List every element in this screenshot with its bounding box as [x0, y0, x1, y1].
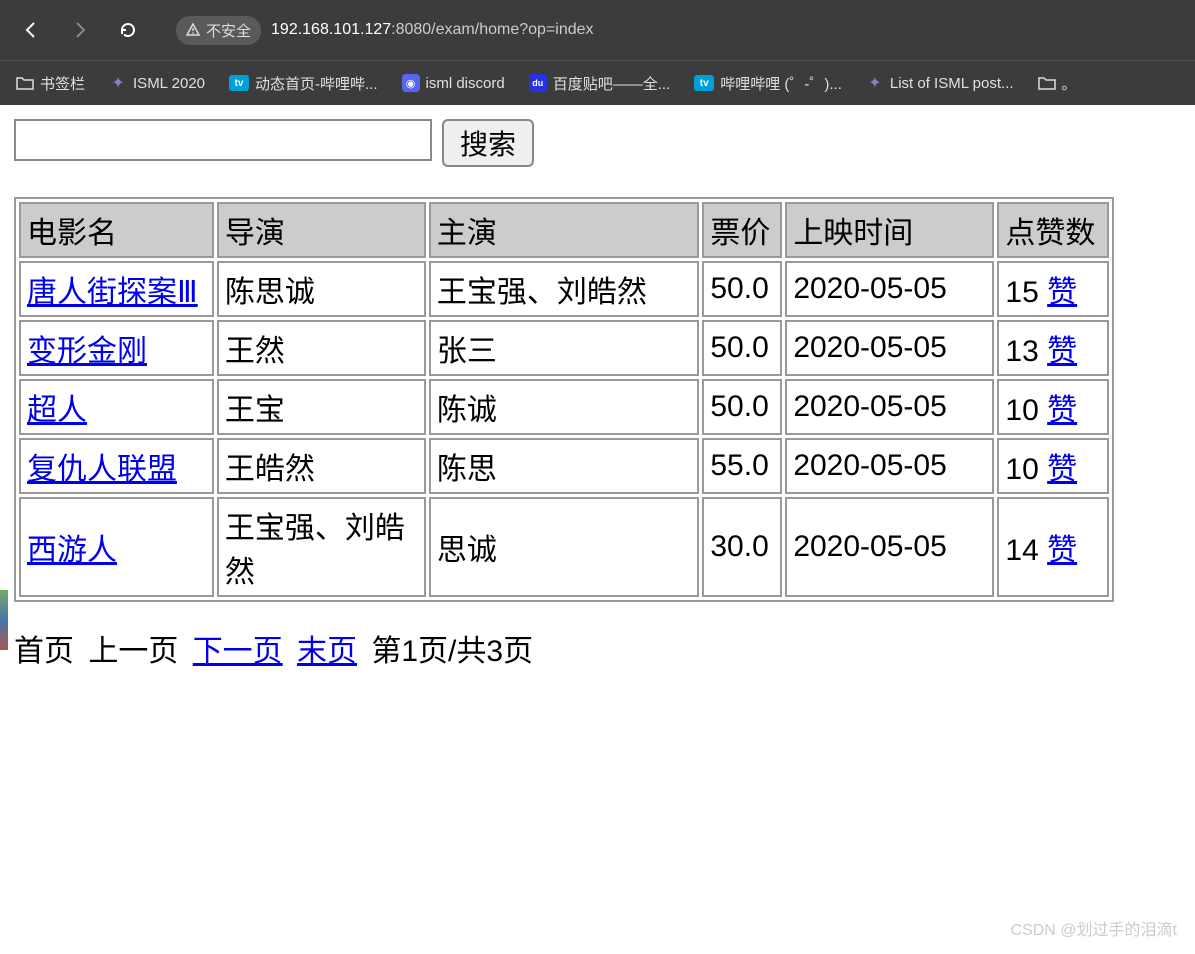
cell-price: 50.0 [702, 320, 782, 376]
like-link[interactable]: 赞 [1047, 453, 1077, 486]
bookmark-item[interactable]: tv 动态首页-哔哩哔... [229, 73, 378, 94]
watermark: CSDN @划过手的泪滴t [1011, 916, 1177, 940]
movie-link[interactable]: 变形金刚 [27, 335, 147, 368]
cell-likes: 15 赞 [997, 261, 1109, 317]
next-page-link[interactable]: 下一页 [193, 635, 283, 668]
star-icon: ✦ [866, 74, 884, 92]
folder-icon [16, 74, 34, 92]
page-content: 搜索 电影名 导演 主演 票价 上映时间 点赞数 唐人街探案Ⅲ陈思诚王宝强、刘皓… [0, 105, 1195, 690]
star-icon: ✦ [109, 74, 127, 92]
movie-link[interactable]: 唐人街探案Ⅲ [27, 276, 198, 309]
movie-table: 电影名 导演 主演 票价 上映时间 点赞数 唐人街探案Ⅲ陈思诚王宝强、刘皓然50… [14, 197, 1114, 602]
th-name: 电影名 [19, 202, 214, 258]
search-input[interactable] [14, 119, 432, 161]
th-price: 票价 [702, 202, 782, 258]
cell-date: 2020-05-05 [785, 320, 994, 376]
address-bar[interactable]: 不安全 192.168.101.127:8080/exam/home?op=in… [176, 16, 594, 45]
bookmark-item[interactable]: du 百度贴吧——全... [529, 73, 671, 94]
insecure-badge: 不安全 [176, 16, 261, 45]
bookmark-label: List of ISML post... [890, 75, 1014, 92]
bookmark-label: 书签栏 [40, 73, 85, 94]
cell-price: 30.0 [702, 497, 782, 597]
like-link[interactable]: 赞 [1047, 534, 1077, 567]
url-text: 192.168.101.127:8080/exam/home?op=index [271, 21, 594, 39]
cell-name: 唐人街探案Ⅲ [19, 261, 214, 317]
th-likes: 点赞数 [997, 202, 1109, 258]
cell-director: 王皓然 [217, 438, 426, 494]
cell-date: 2020-05-05 [785, 497, 994, 597]
first-page: 首页 [14, 635, 74, 668]
table-row: 超人 王宝陈诚50.02020-05-0510 赞 [19, 379, 1109, 435]
folder-icon [1038, 74, 1056, 92]
search-row: 搜索 [14, 119, 1181, 167]
cell-likes: 10 赞 [997, 379, 1109, 435]
cell-likes: 10 赞 [997, 438, 1109, 494]
cell-price: 55.0 [702, 438, 782, 494]
table-row: 变形金刚 王然张三50.02020-05-0513 赞 [19, 320, 1109, 376]
like-link[interactable]: 赞 [1047, 276, 1077, 309]
cell-director: 王宝 [217, 379, 426, 435]
table-row: 唐人街探案Ⅲ 陈思诚王宝强、刘皓然50.02020-05-0515 赞 [19, 261, 1109, 317]
cell-price: 50.0 [702, 379, 782, 435]
bookmark-item[interactable]: ✦ List of ISML post... [866, 74, 1014, 92]
movie-link[interactable]: 超人 [27, 394, 87, 427]
cell-date: 2020-05-05 [785, 438, 994, 494]
bookmark-item[interactable]: tv 哔哩哔哩 (゜-゜)... [694, 73, 842, 94]
bilibili-icon: tv [694, 75, 714, 91]
cell-price: 50.0 [702, 261, 782, 317]
bookmark-label: ISML 2020 [133, 75, 205, 92]
cell-name: 变形金刚 [19, 320, 214, 376]
cell-date: 2020-05-05 [785, 261, 994, 317]
page-status: 第1页/共3页 [371, 635, 533, 668]
cell-name: 西游人 [19, 497, 214, 597]
forward-button[interactable] [60, 14, 100, 46]
bookmark-label: 哔哩哔哩 (゜-゜)... [720, 73, 842, 94]
bookmark-bar: 书签栏 ✦ ISML 2020 tv 动态首页-哔哩哔... ◉ isml discord d… [0, 60, 1195, 105]
th-date: 上映时间 [785, 202, 994, 258]
insecure-label: 不安全 [206, 20, 251, 41]
baidu-icon: du [529, 74, 547, 92]
prev-page: 上一页 [88, 635, 178, 668]
th-actor: 主演 [429, 202, 700, 258]
movie-link[interactable]: 复仇人联盟 [27, 453, 177, 486]
bookmark-item[interactable]: ◉ isml discord [402, 74, 505, 92]
cell-actor: 思诚 [429, 497, 700, 597]
cell-likes: 13 赞 [997, 320, 1109, 376]
cell-actor: 张三 [429, 320, 700, 376]
bilibili-icon: tv [229, 75, 249, 91]
bookmark-label: 百度贴吧——全... [553, 73, 671, 94]
bookmark-label: isml discord [426, 75, 505, 92]
discord-icon: ◉ [402, 74, 420, 92]
bookmark-label: 动态首页-哔哩哔... [255, 73, 378, 94]
cell-director: 王宝强、刘皓然 [217, 497, 426, 597]
back-button[interactable] [12, 14, 52, 46]
last-page-link[interactable]: 末页 [297, 635, 357, 668]
bookmark-item[interactable]: 书签栏 [16, 73, 85, 94]
browser-toolbar: 不安全 192.168.101.127:8080/exam/home?op=in… [0, 0, 1195, 60]
table-row: 复仇人联盟 王皓然陈思55.02020-05-0510 赞 [19, 438, 1109, 494]
search-button[interactable]: 搜索 [442, 119, 534, 167]
table-header-row: 电影名 导演 主演 票价 上映时间 点赞数 [19, 202, 1109, 258]
cell-director: 王然 [217, 320, 426, 376]
reload-button[interactable] [108, 14, 148, 46]
cell-actor: 陈思 [429, 438, 700, 494]
cell-actor: 陈诚 [429, 379, 700, 435]
cell-actor: 王宝强、刘皓然 [429, 261, 700, 317]
side-gutter [0, 590, 8, 650]
cell-date: 2020-05-05 [785, 379, 994, 435]
th-director: 导演 [217, 202, 426, 258]
cell-name: 复仇人联盟 [19, 438, 214, 494]
bookmark-label: 。 [1062, 73, 1077, 94]
bookmark-item[interactable]: 。 [1038, 73, 1077, 94]
cell-name: 超人 [19, 379, 214, 435]
pagination: 首页 上一页 下一页 末页 第1页/共3页 [14, 620, 1181, 676]
like-link[interactable]: 赞 [1047, 394, 1077, 427]
cell-likes: 14 赞 [997, 497, 1109, 597]
table-row: 西游人 王宝强、刘皓然思诚30.02020-05-0514 赞 [19, 497, 1109, 597]
cell-director: 陈思诚 [217, 261, 426, 317]
bookmark-item[interactable]: ✦ ISML 2020 [109, 74, 205, 92]
warning-icon [186, 23, 200, 37]
movie-link[interactable]: 西游人 [27, 534, 117, 567]
like-link[interactable]: 赞 [1047, 335, 1077, 368]
